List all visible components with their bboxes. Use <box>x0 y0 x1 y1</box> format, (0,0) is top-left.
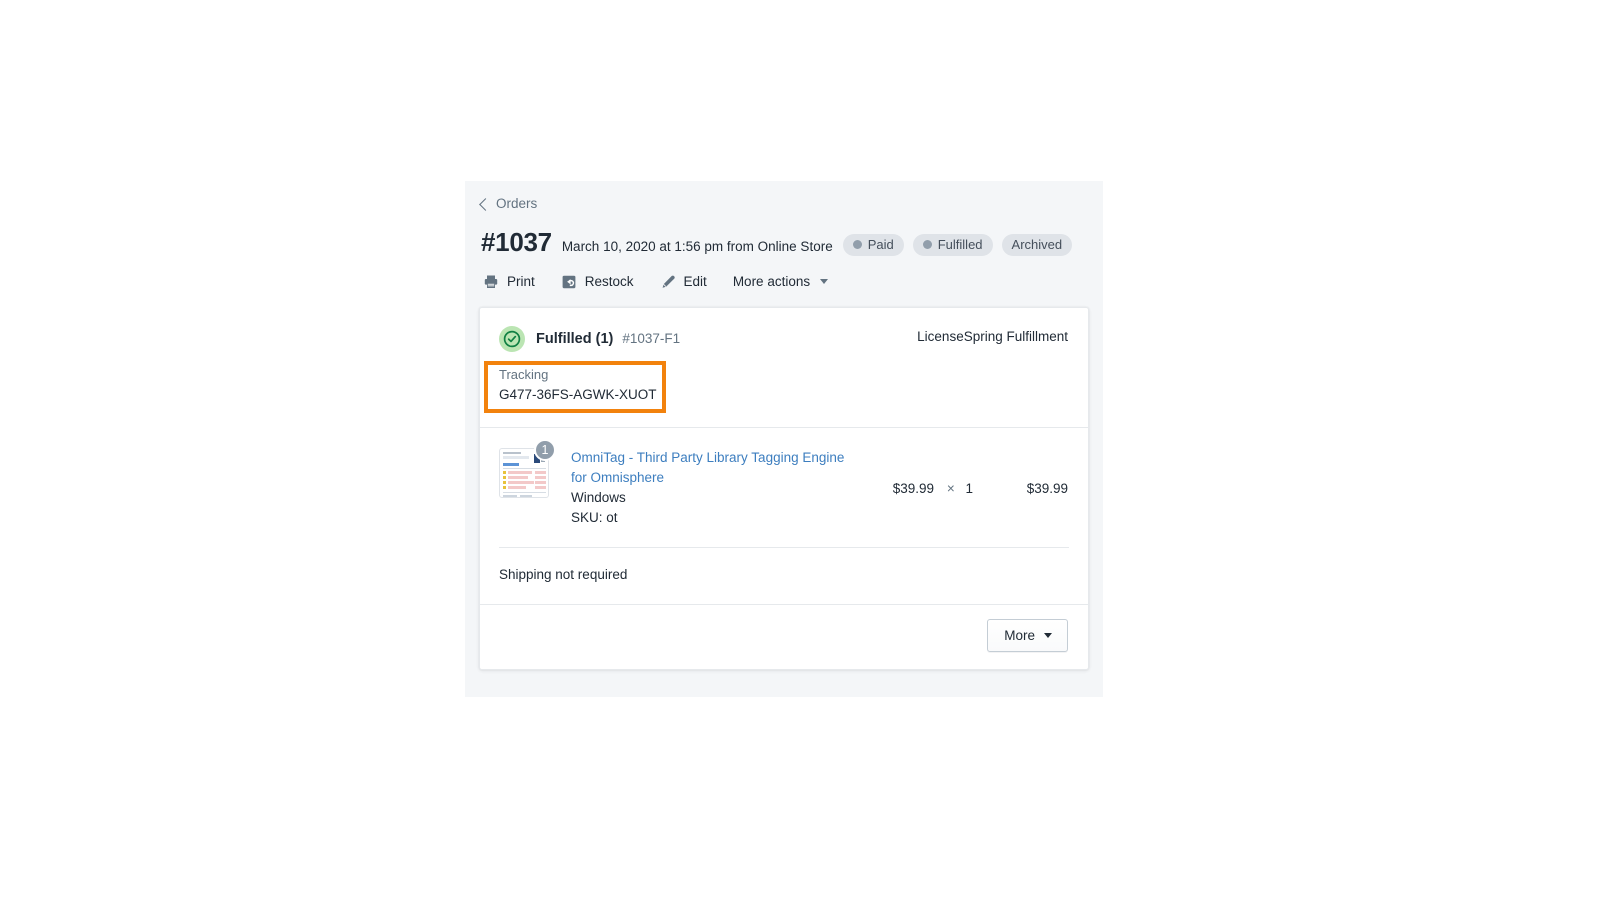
order-status-badges: Paid Fulfilled Archived <box>842 233 1073 256</box>
tracking-label: Tracking <box>499 367 549 382</box>
tracking-section: Tracking G477-36FS-AGWK-XUOT <box>480 352 1088 427</box>
status-badge-label: Paid <box>867 236 894 252</box>
unit-price: $39.99 <box>892 480 935 496</box>
status-dot-icon <box>922 239 932 249</box>
status-badge-fulfilled: Fulfilled <box>912 233 993 256</box>
order-detail-page: Orders #1037 March 10, 2020 at 1:56 pm f… <box>465 181 1103 697</box>
edit-button[interactable]: Edit <box>660 273 707 291</box>
product-title-link[interactable]: OmniTag - Third Party Library Tagging En… <box>571 448 853 488</box>
more-actions-label: More actions <box>732 273 811 289</box>
line-item-info: OmniTag - Third Party Library Tagging En… <box>563 448 853 528</box>
product-sku: SKU: ot <box>571 510 618 525</box>
more-actions-button[interactable]: More actions <box>732 273 829 291</box>
tracking-number[interactable]: G477-36FS-AGWK-XUOT <box>499 385 1068 405</box>
fulfillment-status-count: (1) <box>595 331 614 347</box>
status-badge-label: Archived <box>1011 236 1063 252</box>
line-item-quantity: 1 <box>965 480 973 496</box>
restock-button[interactable]: Restock <box>561 273 634 291</box>
fulfillment-card: Fulfilled (1) #1037-F1 LicenseSpring Ful… <box>479 307 1089 670</box>
fulfillment-card-header: Fulfilled (1) #1037-F1 LicenseSpring Ful… <box>480 308 1088 352</box>
print-label: Print <box>507 273 535 289</box>
fulfillment-status-label: Fulfilled <box>536 331 592 347</box>
restock-arrow-icon <box>561 274 577 290</box>
check-circle-icon <box>499 326 525 352</box>
edit-label: Edit <box>683 273 707 289</box>
fulfillment-service: LicenseSpring Fulfillment <box>917 329 1068 344</box>
more-button[interactable]: More <box>987 619 1068 652</box>
page-header: Orders #1037 March 10, 2020 at 1:56 pm f… <box>465 181 1103 291</box>
product-thumbnail-wrap: 1 <box>499 439 563 498</box>
restock-label: Restock <box>584 273 634 289</box>
status-dot-icon <box>852 239 862 249</box>
line-item-total: $39.99 <box>1026 480 1068 496</box>
line-item-unit-price-group: $39.99 × 1 <box>853 481 973 496</box>
line-item-row: 1 OmniTag - Third Party Library Tagging … <box>480 428 1088 547</box>
product-variant: Windows <box>571 490 626 505</box>
line-item-quantity-badge: 1 <box>534 439 556 461</box>
breadcrumb-back-orders[interactable]: Orders <box>479 195 538 213</box>
order-title-row: #1037 March 10, 2020 at 1:56 pm from Onl… <box>481 227 1087 258</box>
multiply-symbol: × <box>946 480 955 496</box>
shipping-note: Shipping not required <box>499 567 628 582</box>
chevron-down-icon <box>820 279 829 284</box>
chevron-left-icon <box>479 197 492 211</box>
page-title: #1037 <box>481 226 552 257</box>
print-button[interactable]: Print <box>483 273 535 291</box>
chevron-down-icon <box>1044 633 1052 638</box>
status-badge-paid: Paid <box>842 233 904 256</box>
card-footer: More <box>480 605 1088 669</box>
printer-icon <box>483 274 499 290</box>
pencil-icon <box>660 274 676 290</box>
fulfillment-status-text: Fulfilled (1) #1037-F1 <box>536 329 680 349</box>
order-meta: March 10, 2020 at 1:56 pm from Online St… <box>561 238 833 254</box>
status-badge-archived: Archived <box>1001 233 1073 256</box>
fulfillment-id: #1037-F1 <box>622 331 681 346</box>
status-badge-label: Fulfilled <box>937 236 983 252</box>
breadcrumb-label: Orders <box>496 196 538 211</box>
fulfillment-status-group: Fulfilled (1) #1037-F1 <box>499 326 680 352</box>
more-button-label: More <box>1004 628 1035 643</box>
order-action-bar: Print Restock Edit More actions <box>481 273 1087 291</box>
